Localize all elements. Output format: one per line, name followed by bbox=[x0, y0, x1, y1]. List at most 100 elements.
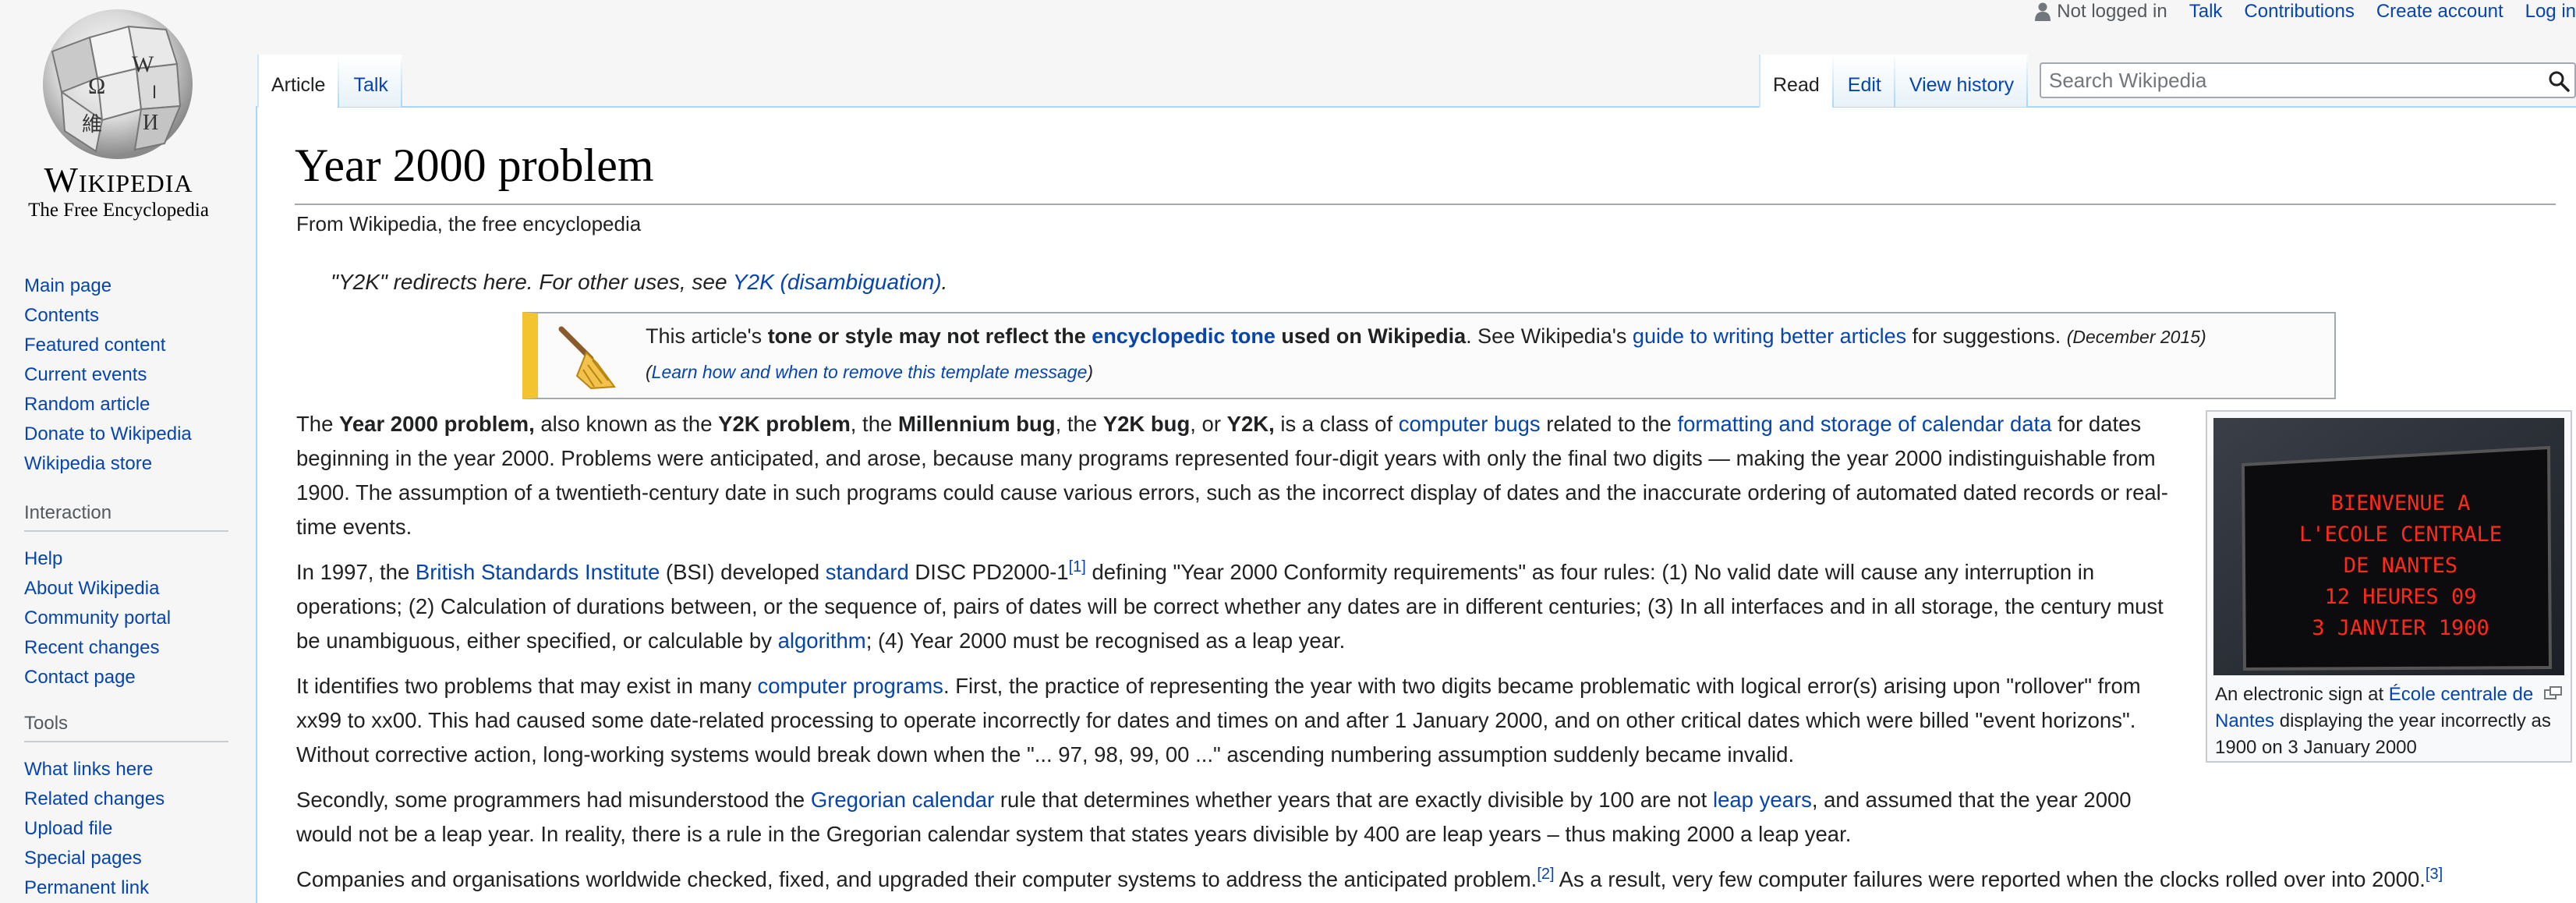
tools-link[interactable]: Related changes bbox=[24, 788, 165, 809]
article-link[interactable]: British Standards Institute bbox=[416, 560, 660, 584]
remove-template-link[interactable]: Learn how and when to remove this templa… bbox=[652, 362, 1088, 382]
create-account-link[interactable]: Create account bbox=[2376, 1, 2503, 23]
tools-item[interactable]: Upload file bbox=[24, 814, 228, 844]
sign-line: L'ECOLE CENTRALE bbox=[2299, 522, 2502, 547]
tagline: The Free Encyclopedia bbox=[28, 200, 209, 221]
nav-link[interactable]: Featured content bbox=[24, 335, 165, 356]
tools-item[interactable]: Permanent link bbox=[24, 873, 228, 903]
search-box bbox=[2040, 62, 2576, 98]
article-link[interactable]: Gregorian calendar bbox=[811, 788, 994, 812]
tools-link[interactable]: Upload file bbox=[24, 818, 112, 839]
tab-article[interactable]: Article bbox=[257, 55, 339, 108]
tools-link[interactable]: What links here bbox=[24, 759, 153, 780]
not-logged-in: Not logged in bbox=[2035, 1, 2167, 23]
log-in-link[interactable]: Log in bbox=[2525, 1, 2576, 23]
navigation-list: Main page Contents Featured content Current… bbox=[24, 271, 228, 479]
tab-view-history[interactable]: View history bbox=[1895, 55, 2028, 108]
citation-ref[interactable]: [2] bbox=[1537, 866, 1554, 883]
tools-item[interactable]: Related changes bbox=[24, 784, 228, 814]
article-link[interactable]: leap years bbox=[1713, 788, 1812, 812]
nav-item[interactable]: Contents bbox=[24, 301, 228, 331]
tools-list: What links here Related changes Upload fil… bbox=[24, 755, 228, 903]
tab-read[interactable]: Read bbox=[1759, 55, 1834, 108]
nav-link[interactable]: Current events bbox=[24, 364, 147, 385]
tools-link[interactable]: Special pages bbox=[24, 848, 142, 869]
contributions-link[interactable]: Contributions bbox=[2244, 1, 2354, 23]
citation-ref[interactable]: [1] bbox=[1069, 558, 1086, 575]
nav-item[interactable]: Featured content bbox=[24, 331, 228, 360]
tools-item[interactable]: Special pages bbox=[24, 844, 228, 873]
tab-label: Talk bbox=[353, 74, 388, 96]
enlarge-icon[interactable] bbox=[2544, 686, 2563, 700]
svg-text:И: И bbox=[143, 111, 158, 135]
tools-item[interactable]: What links here bbox=[24, 755, 228, 784]
tab-label: Article bbox=[271, 74, 326, 96]
nav-item[interactable]: Current events bbox=[24, 360, 228, 390]
tab-label: View history bbox=[1909, 74, 2015, 96]
electronic-sign-image[interactable]: BIENVENUE A L'ECOLE CENTRALE DE NANTES 12 H… bbox=[2213, 418, 2564, 675]
bold-term: Millennium bug bbox=[897, 412, 1056, 436]
interaction-item[interactable]: Recent changes bbox=[24, 633, 228, 663]
interaction-link[interactable]: Help bbox=[24, 548, 62, 569]
wikipedia-logo[interactable]: Ω W И 維 ا Wikipedia The Free Encyclopedi… bbox=[0, 0, 249, 250]
citation-ref[interactable]: [3] bbox=[2426, 866, 2443, 883]
article-link[interactable]: standard bbox=[826, 560, 909, 584]
search-icon[interactable] bbox=[2548, 70, 2570, 92]
ambox-remove-note: (Learn how and when to remove this templ… bbox=[646, 362, 1094, 382]
sign-line: DE NANTES bbox=[2344, 554, 2457, 578]
guide-link[interactable]: guide to writing better articles bbox=[1633, 324, 1906, 348]
bsi-paragraph: In 1997, the British Standards Institute… bbox=[296, 558, 2164, 653]
article-link[interactable]: computer programs bbox=[758, 674, 943, 698]
search-input[interactable] bbox=[2041, 64, 2525, 97]
image-thumbnail: BIENVENUE A L'ECOLE CENTRALE DE NANTES 12 H… bbox=[2206, 410, 2572, 763]
nav-link[interactable]: Random article bbox=[24, 394, 150, 415]
nav-item[interactable]: Wikipedia store bbox=[24, 449, 228, 479]
interaction-item[interactable]: Help bbox=[24, 544, 228, 574]
interaction-heading: Interaction bbox=[24, 502, 228, 532]
interaction-link[interactable]: Contact page bbox=[24, 667, 136, 688]
tools-link[interactable]: Permanent link bbox=[24, 877, 149, 898]
interaction-portal: Interaction Help About Wikipedia Community… bbox=[24, 502, 228, 692]
user-icon bbox=[2035, 2, 2051, 21]
ambox-message: This article's tone or style may not ref… bbox=[646, 324, 2206, 348]
interaction-item[interactable]: Contact page bbox=[24, 663, 228, 692]
interaction-item[interactable]: Community portal bbox=[24, 604, 228, 633]
hatnote: "Y2K" redirects here. For other uses, se… bbox=[331, 270, 948, 294]
bold-term: Y2K, bbox=[1226, 412, 1275, 436]
svg-text:維: 維 bbox=[82, 113, 102, 136]
talk-link[interactable]: Talk bbox=[2189, 1, 2223, 23]
outcome-paragraph: Companies and organisations worldwide ch… bbox=[296, 866, 2443, 891]
view-tabs: Read Edit View history bbox=[1759, 55, 2028, 108]
nav-link[interactable]: Main page bbox=[24, 275, 111, 296]
interaction-link[interactable]: Recent changes bbox=[24, 637, 159, 658]
interaction-link[interactable]: Community portal bbox=[24, 607, 171, 629]
puzzle-globe-icon: Ω W И 維 ا bbox=[43, 9, 193, 159]
sign-line: 12 HEURES 09 bbox=[2324, 585, 2476, 609]
article-link[interactable]: formatting and storage of calendar data bbox=[1677, 412, 2051, 436]
bold-term: Y2K bug bbox=[1102, 412, 1191, 436]
nav-link[interactable]: Contents bbox=[24, 305, 99, 326]
wordmark: Wikipedia bbox=[44, 160, 193, 200]
nav-link[interactable]: Donate to Wikipedia bbox=[24, 423, 192, 444]
tab-talk[interactable]: Talk bbox=[339, 55, 402, 108]
tools-portal: Tools What links here Related changes Uplo… bbox=[24, 713, 228, 903]
interaction-link[interactable]: About Wikipedia bbox=[24, 578, 159, 599]
navigation-portal: Main page Contents Featured content Current… bbox=[24, 271, 228, 479]
interaction-item[interactable]: About Wikipedia bbox=[24, 574, 228, 604]
encyclopedic-tone-link[interactable]: encyclopedic tone bbox=[1092, 324, 1276, 348]
site-subtitle: From Wikipedia, the free encyclopedia bbox=[296, 212, 642, 235]
article-link[interactable]: algorithm bbox=[778, 629, 866, 653]
nav-link[interactable]: Wikipedia store bbox=[24, 453, 152, 474]
tab-edit[interactable]: Edit bbox=[1834, 55, 1895, 108]
nav-item[interactable]: Donate to Wikipedia bbox=[24, 420, 228, 449]
intro-paragraph: The Year 2000 problem, also known as the… bbox=[296, 412, 2168, 539]
disambiguation-link[interactable]: Y2K (disambiguation) bbox=[733, 270, 942, 294]
article-link[interactable]: computer bugs bbox=[1399, 412, 1541, 436]
tab-label: Read bbox=[1773, 74, 1820, 96]
nav-item[interactable]: Main page bbox=[24, 271, 228, 301]
nav-item[interactable]: Random article bbox=[24, 390, 228, 420]
bold-term: Y2K problem bbox=[718, 412, 851, 436]
namespace-tabs: Article Talk bbox=[257, 55, 402, 108]
image-caption: An electronic sign at École centrale de … bbox=[2215, 684, 2551, 758]
content-area: Year 2000 problem From Wikipedia, the fr… bbox=[256, 106, 2576, 903]
